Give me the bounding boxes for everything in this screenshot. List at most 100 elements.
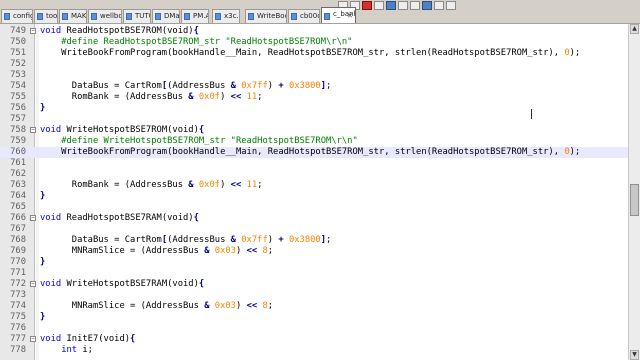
fold-minus-icon[interactable]: − bbox=[30, 281, 36, 287]
scrollbar-thumb[interactable] bbox=[630, 184, 639, 216]
record-macro-icon[interactable] bbox=[362, 1, 372, 10]
vertical-scrollbar[interactable]: ▲ ▼ bbox=[628, 24, 640, 360]
code-line[interactable]: 758− void WriteHotspotBSE7ROM(void){ bbox=[0, 125, 628, 136]
code-token: ; bbox=[326, 81, 332, 91]
toolbar-button[interactable] bbox=[422, 1, 432, 10]
code-text: #define ReadHotspotBSE7ROM_str "ReadHots… bbox=[40, 37, 352, 48]
code-line[interactable]: 750 #define ReadHotspotBSE7ROM_str "Read… bbox=[0, 37, 628, 48]
code-token: ReadHotspotBSE7ROM(void) bbox=[61, 26, 194, 36]
play-macro-icon[interactable] bbox=[386, 1, 396, 10]
code-line[interactable]: 774 MNRamSlice = (AddressBus & 0x03) << … bbox=[0, 301, 628, 312]
code-editor[interactable]: 749− void ReadHotspotBSE7ROM(void){750 #d… bbox=[0, 24, 628, 360]
fold-minus-icon[interactable]: − bbox=[30, 28, 36, 34]
scroll-up-icon[interactable]: ▲ bbox=[630, 24, 639, 34]
line-number: 777 bbox=[10, 334, 26, 344]
code-line[interactable]: 753 bbox=[0, 70, 628, 81]
fold-minus-icon[interactable]: − bbox=[30, 336, 36, 342]
tab-6[interactable]: DMaNC.C bbox=[152, 9, 180, 23]
code-text: } bbox=[40, 257, 45, 268]
code-token: ) bbox=[220, 92, 231, 102]
code-line[interactable]: 767 bbox=[0, 224, 628, 235]
code-line[interactable]: 768 DataBus = CartRom[(AddressBus & 0x7f… bbox=[0, 235, 628, 246]
code-line[interactable]: 772− void WriteHotspotBSE7RAM(void){ bbox=[0, 279, 628, 290]
code-line[interactable]: 754 DataBus = CartRom[(AddressBus & 0x7f… bbox=[0, 81, 628, 92]
tab-4[interactable]: wellbook.c bbox=[88, 9, 122, 23]
tab-10[interactable]: cb00cass.c bbox=[288, 9, 320, 23]
code-token: 0x0f bbox=[198, 180, 221, 190]
code-line[interactable]: 770} bbox=[0, 257, 628, 268]
code-line[interactable]: 764} bbox=[0, 191, 628, 202]
line-number: 771 bbox=[10, 268, 26, 278]
line-number: 766 bbox=[10, 213, 26, 223]
code-token: { bbox=[130, 334, 136, 344]
code-token: ) bbox=[220, 180, 231, 190]
code-text: void InitE7(void){ bbox=[40, 334, 135, 345]
tab-5[interactable]: TUT07.C bbox=[123, 9, 151, 23]
code-token: ) bbox=[235, 246, 247, 256]
fold-minus-icon[interactable]: − bbox=[30, 215, 36, 221]
code-line[interactable]: 775} bbox=[0, 312, 628, 323]
tab-2[interactable]: toolbox.conf bbox=[34, 9, 58, 23]
code-text: } bbox=[40, 103, 45, 114]
code-line[interactable]: 759 #define WriteHotspotBSE7ROM_str "Rea… bbox=[0, 136, 628, 147]
line-number: 772 bbox=[10, 279, 26, 289]
code-line[interactable]: 751 WriteBookFromProgram(bookHandle__Mai… bbox=[0, 48, 628, 59]
file-icon bbox=[155, 13, 161, 20]
code-line[interactable]: 752 bbox=[0, 59, 628, 70]
code-text: MNRamSlice = (AddressBus & 0x03) << 8; bbox=[40, 246, 273, 257]
code-line[interactable]: 749− void ReadHotspotBSE7ROM(void){ bbox=[0, 26, 628, 37]
code-token: void bbox=[40, 334, 62, 344]
fold-minus-icon[interactable]: − bbox=[30, 127, 36, 133]
code-token: 11 bbox=[246, 92, 258, 102]
code-line[interactable]: 755 RomBank = (AddressBus & 0x0f) << 11; bbox=[0, 92, 628, 103]
code-text: #define WriteHotspotBSE7ROM_str "ReadHot… bbox=[40, 136, 358, 147]
code-token: (AddressBus bbox=[167, 81, 231, 91]
code-line[interactable]: 762 bbox=[0, 169, 628, 180]
scroll-down-icon[interactable]: ▼ bbox=[630, 350, 639, 360]
toolbar-button[interactable] bbox=[398, 1, 408, 10]
code-line[interactable]: 763 RomBank = (AddressBus & 0x0f) << 11; bbox=[0, 180, 628, 191]
toolbar-button[interactable] bbox=[410, 1, 420, 10]
code-token: WriteHotspotBSE7ROM(void) bbox=[61, 125, 199, 135]
code-line[interactable]: 765 bbox=[0, 202, 628, 213]
code-token: 0x3800 bbox=[288, 235, 321, 245]
code-token: WriteBookFromProgram(bookHandle__Main, R… bbox=[40, 147, 565, 157]
code-line[interactable]: 778 int i; bbox=[0, 345, 628, 356]
toolbar-button[interactable] bbox=[446, 1, 456, 10]
code-token: ; bbox=[267, 246, 274, 256]
code-line[interactable]: 777− void InitE7(void){ bbox=[0, 334, 628, 345]
code-line[interactable]: 771 bbox=[0, 268, 628, 279]
tab-label: MAKEFILE bbox=[71, 12, 87, 20]
tab-11[interactable]: c_banks.c✕ bbox=[321, 7, 356, 23]
code-line[interactable]: 766− void ReadHotspotBSE7RAM(void){ bbox=[0, 213, 628, 224]
code-token: << bbox=[246, 301, 258, 311]
tab-7[interactable]: PM.ASM bbox=[181, 9, 209, 23]
toolbar-button[interactable] bbox=[434, 1, 444, 10]
code-token: ) bbox=[267, 235, 279, 245]
line-number: 752 bbox=[10, 59, 26, 69]
code-token: 0x7ff bbox=[241, 235, 268, 245]
tab-3[interactable]: MAKEFILE bbox=[59, 9, 87, 23]
line-number: 778 bbox=[10, 345, 26, 355]
code-token: ); bbox=[569, 147, 581, 157]
code-line[interactable]: 773 bbox=[0, 290, 628, 301]
close-icon[interactable]: ✕ bbox=[347, 10, 353, 23]
code-line[interactable]: 769 MNRamSlice = (AddressBus & 0x03) << … bbox=[0, 246, 628, 257]
tab-8[interactable]: x3c.c bbox=[212, 9, 240, 23]
tab-1[interactable]: configure.ac bbox=[1, 9, 33, 23]
code-token: ; bbox=[257, 180, 263, 190]
code-text: RomBank = (AddressBus & 0x0f) << 11; bbox=[40, 92, 263, 103]
code-line[interactable]: 760 WriteBookFromProgram(bookHandle__Mai… bbox=[0, 147, 628, 158]
code-token: { bbox=[193, 26, 199, 36]
stop-macro-icon[interactable] bbox=[374, 1, 384, 10]
code-line[interactable]: 761 bbox=[0, 158, 628, 169]
line-number: 769 bbox=[10, 246, 26, 256]
code-token: ; bbox=[326, 235, 332, 245]
code-token: { bbox=[193, 213, 199, 223]
line-number: 775 bbox=[10, 312, 26, 322]
tab-9[interactable]: WriteBookFromProgram.c bbox=[245, 9, 287, 23]
tab-label: cb00cass.c bbox=[300, 12, 320, 20]
code-line[interactable]: 776 bbox=[0, 323, 628, 334]
